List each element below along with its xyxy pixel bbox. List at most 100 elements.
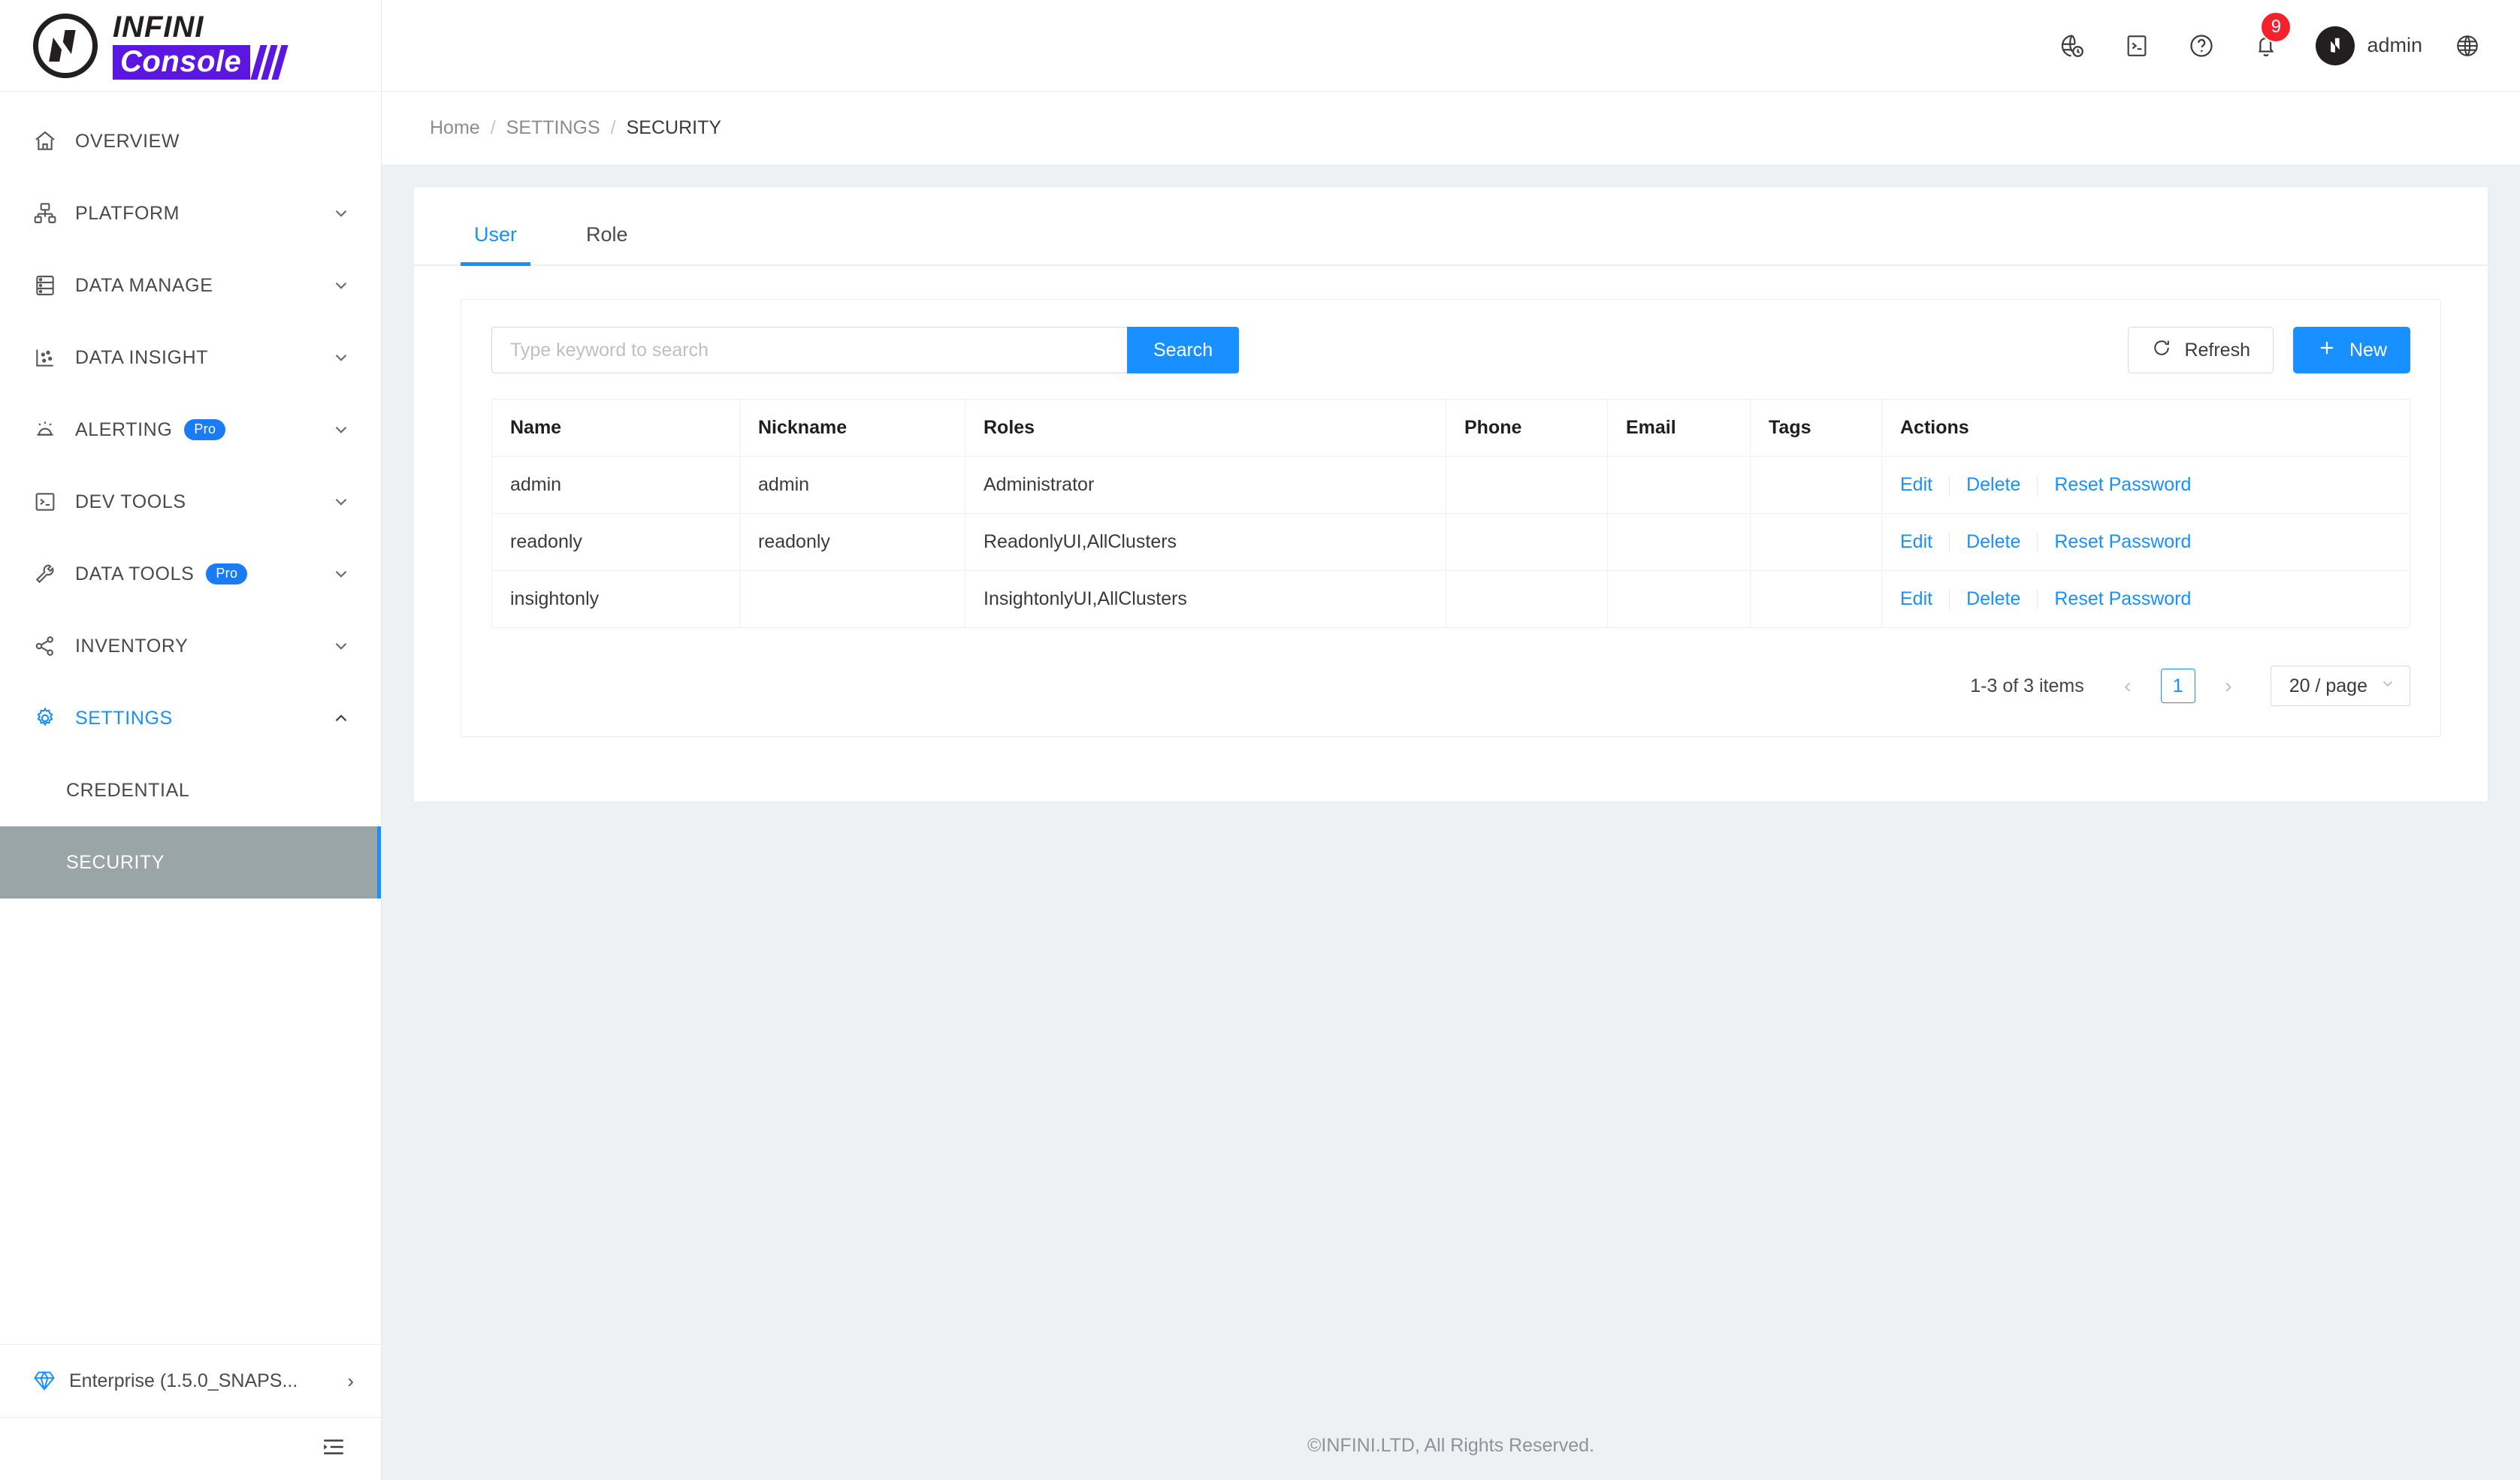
reset-password-link[interactable]: Reset Password	[2038, 588, 2207, 610]
sidebar-subitem-label: CREDENTIAL	[66, 779, 190, 801]
search-input[interactable]	[491, 327, 1127, 373]
new-user-button[interactable]: New	[2292, 327, 2410, 373]
cell-actions: Edit Delete Reset Password	[1881, 456, 2410, 514]
column-header-tags: Tags	[1750, 399, 1882, 457]
sidebar-subitem-label: SECURITY	[66, 851, 165, 873]
database-icon	[33, 273, 65, 298]
sidebar-item-data-tools[interactable]: DATA TOOLS Pro	[0, 538, 381, 610]
brand-logo[interactable]: INFINI Console	[0, 0, 381, 92]
search-button[interactable]: Search	[1127, 327, 1240, 373]
cell-name: insightonly	[491, 570, 740, 628]
chevron-down-icon[interactable]	[331, 420, 351, 439]
sidebar-item-label: DEV TOOLS	[75, 491, 186, 512]
page-number-1[interactable]: 1	[2160, 669, 2195, 703]
users-table: Name Nickname Roles Phone Email Tags Act…	[491, 399, 2410, 628]
edition-button[interactable]: Enterprise (1.5.0_SNAPS... ›	[0, 1345, 381, 1417]
page-footer: ©INFINI.LTD, All Rights Reserved.	[382, 1411, 2520, 1480]
plus-icon	[2316, 337, 2337, 364]
sidebar-item-platform[interactable]: PLATFORM	[0, 177, 381, 249]
chevron-down-icon[interactable]	[331, 636, 351, 656]
globe-icon[interactable]	[2448, 26, 2487, 65]
page-size-select[interactable]: 20 / page	[2270, 666, 2410, 706]
alarm-icon	[33, 418, 65, 442]
breadcrumb-item-settings[interactable]: SETTINGS	[506, 117, 600, 139]
delete-link[interactable]: Delete	[1950, 474, 2037, 496]
brand-name-bottom: Console	[113, 44, 251, 80]
reset-password-link[interactable]: Reset Password	[2038, 474, 2207, 496]
edit-link[interactable]: Edit	[1900, 474, 1949, 496]
cell-phone	[1446, 570, 1608, 628]
sidebar-item-settings[interactable]: SETTINGS	[0, 682, 381, 754]
brand-name-top: INFINI	[113, 10, 204, 44]
notifications-button[interactable]: 9	[2247, 11, 2292, 65]
edit-link[interactable]: Edit	[1900, 531, 1949, 553]
sidebar-item-overview[interactable]: OVERVIEW	[0, 105, 381, 177]
chevron-down-icon[interactable]	[331, 348, 351, 367]
column-header-actions: Actions	[1881, 399, 2410, 457]
sidebar-item-label: OVERVIEW	[75, 130, 180, 152]
sidebar-item-security[interactable]: SECURITY	[0, 826, 381, 899]
column-header-name: Name	[491, 399, 740, 457]
sidebar-item-data-manage[interactable]: DATA MANAGE	[0, 249, 381, 322]
delete-link[interactable]: Delete	[1950, 588, 2037, 610]
user-menu[interactable]: admin	[2316, 26, 2422, 65]
page-size-label: 20 / page	[2289, 675, 2367, 696]
delete-link[interactable]: Delete	[1950, 531, 2037, 553]
console-terminal-icon[interactable]	[2117, 26, 2156, 65]
collapse-menu-icon	[321, 1434, 346, 1463]
row-actions: Edit Delete Reset Password	[1900, 474, 2392, 496]
page-body: User Role Search	[382, 165, 2520, 1107]
chevron-down-icon[interactable]	[331, 204, 351, 223]
platform-icon	[33, 201, 65, 225]
chevron-up-icon[interactable]	[331, 708, 351, 728]
toolbar: Search Refresh	[491, 327, 2410, 373]
help-circle-icon[interactable]	[2182, 26, 2221, 65]
chevron-left-icon[interactable]: ‹	[2111, 669, 2144, 702]
avatar	[2316, 26, 2355, 65]
column-header-phone: Phone	[1446, 399, 1608, 457]
cell-roles: InsightonlyUI,AllClusters	[965, 570, 1446, 628]
reset-password-link[interactable]: Reset Password	[2038, 531, 2207, 553]
sidebar-item-label: DATA INSIGHT	[75, 346, 209, 368]
wrench-icon	[33, 562, 65, 586]
gear-icon	[33, 706, 65, 730]
globe-clock-icon[interactable]	[2053, 26, 2092, 65]
sidebar-item-label: PLATFORM	[75, 202, 180, 224]
chevron-down-icon[interactable]	[331, 492, 351, 512]
edit-link[interactable]: Edit	[1900, 588, 1949, 610]
sidebar-nav: OVERVIEW PLATFORM DATA MANAGE DATA INSIG…	[0, 92, 381, 1344]
sidebar-item-data-insight[interactable]: DATA INSIGHT	[0, 322, 381, 394]
infini-logo-icon	[33, 13, 98, 78]
table-row[interactable]: admin admin Administrator Edit Delete Re…	[491, 456, 2410, 514]
chevron-down-icon[interactable]	[331, 276, 351, 295]
sidebar-item-alerting[interactable]: ALERTING Pro	[0, 394, 381, 466]
tab-role[interactable]: Role	[573, 223, 642, 264]
table-body: admin admin Administrator Edit Delete Re…	[491, 456, 2410, 628]
refresh-button[interactable]: Refresh	[2128, 327, 2274, 373]
table-row[interactable]: insightonly InsightonlyUI,AllClusters Ed…	[491, 570, 2410, 628]
chevron-down-icon	[2379, 675, 2396, 696]
home-icon	[33, 129, 65, 153]
sidebar-item-inventory[interactable]: INVENTORY	[0, 610, 381, 682]
sidebar-collapse-button[interactable]	[0, 1417, 381, 1480]
user-name-label: admin	[2367, 34, 2422, 56]
cell-email	[1607, 570, 1751, 628]
main-area: 9 admin Home / SETTINGS / SECURITY User …	[382, 0, 2520, 1480]
breadcrumb-item-home[interactable]: Home	[430, 117, 480, 139]
chevron-right-icon[interactable]: ›	[2212, 669, 2245, 702]
cell-name: admin	[491, 456, 740, 514]
new-label: New	[2349, 339, 2387, 361]
gem-icon	[33, 1370, 56, 1392]
refresh-label: Refresh	[2184, 339, 2250, 361]
page-spacer	[382, 1107, 2520, 1411]
breadcrumb-separator: /	[490, 117, 496, 138]
sidebar-item-dev-tools[interactable]: DEV TOOLS	[0, 466, 381, 538]
toolbar-actions: Refresh New	[2128, 327, 2410, 373]
infini-avatar-icon	[2325, 35, 2346, 56]
tab-user[interactable]: User	[461, 223, 531, 266]
table-row[interactable]: readonly readonly ReadonlyUI,AllClusters…	[491, 513, 2410, 571]
brand-name-bottom-row: Console	[113, 44, 289, 80]
sidebar-item-credential[interactable]: CREDENTIAL	[0, 754, 381, 826]
chevron-down-icon[interactable]	[331, 564, 351, 584]
tab-label: User	[474, 223, 518, 246]
